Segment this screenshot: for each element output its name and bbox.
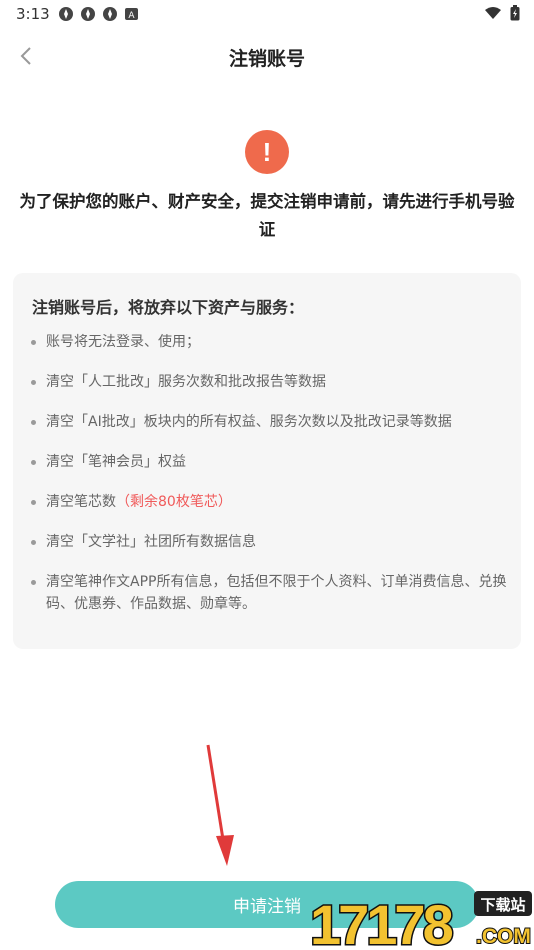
card-title: 注销账号后，将放弃以下资产与服务： bbox=[32, 298, 305, 317]
bullet-icon bbox=[31, 340, 36, 345]
status-time: 3:13 bbox=[16, 5, 50, 23]
a-badge-icon: A bbox=[125, 8, 138, 21]
warning-text: 为了保护您的账户、财产安全，提交注销申请前，请先进行手机号验证 bbox=[19, 192, 515, 239]
app-notification-icon bbox=[59, 7, 73, 21]
asset-notice-card: 注销账号后，将放弃以下资产与服务： 账号将无法登录、使用； 清空「人工批改」服务… bbox=[13, 273, 521, 649]
battery-icon bbox=[510, 5, 520, 21]
watermark-badge: 下载站 bbox=[480, 896, 525, 914]
bullet-icon bbox=[31, 580, 36, 585]
bullet-icon bbox=[31, 500, 36, 505]
list-item: 清空笔芯数（剩余80枚笔芯） bbox=[31, 491, 519, 513]
list-item: 清空「笔神会员」权益 bbox=[31, 451, 519, 473]
remaining-count: （剩余80枚笔芯） bbox=[116, 494, 232, 510]
list-item: 清空「文学社」社团所有数据信息 bbox=[31, 531, 519, 553]
exclamation-circle-icon: ! bbox=[245, 130, 289, 174]
list-item-text: 账号将无法登录、使用； bbox=[46, 334, 200, 350]
list-item-text: 清空「文学社」社团所有数据信息 bbox=[46, 534, 256, 550]
status-right bbox=[484, 5, 520, 21]
a-badge-letter: A bbox=[128, 11, 135, 21]
list-item-text: 清空笔芯数（剩余80枚笔芯） bbox=[31, 491, 519, 513]
bullet-icon bbox=[31, 460, 36, 465]
bullet-icon bbox=[31, 540, 36, 545]
list-item-text: 清空笔神作文APP所有信息，包括但不限于个人资料、订单消费信息、兑换码、优惠券、… bbox=[46, 574, 507, 612]
list-item: 清空笔神作文APP所有信息，包括但不限于个人资料、订单消费信息、兑换码、优惠券、… bbox=[31, 571, 519, 615]
list-item-text: 清空「笔神会员」权益 bbox=[46, 454, 186, 470]
bullet-icon bbox=[31, 420, 36, 425]
list-item: 清空「AI批改」板块内的所有权益、服务次数以及批改记录等数据 bbox=[31, 411, 519, 433]
list-item-text: 清空「AI批改」板块内的所有权益、服务次数以及批改记录等数据 bbox=[46, 414, 452, 430]
list-item-text: 清空「人工批改」服务次数和批改报告等数据 bbox=[46, 374, 326, 390]
list-item: 账号将无法登录、使用； bbox=[31, 331, 519, 353]
watermark-domain: .COM bbox=[476, 925, 531, 948]
status-bar: 3:13 A bbox=[0, 0, 534, 28]
bullet-icon bbox=[31, 380, 36, 385]
notification-icons: A bbox=[58, 6, 140, 22]
wifi-icon bbox=[485, 7, 501, 19]
page-title: 注销账号 bbox=[228, 48, 305, 70]
app-notification-icon bbox=[103, 7, 117, 21]
list-item: 清空「人工批改」服务次数和批改报告等数据 bbox=[31, 371, 519, 393]
warning-symbol: ! bbox=[263, 137, 272, 167]
list-item-main: 清空笔芯数 bbox=[46, 494, 116, 510]
watermark-number: 17178 bbox=[310, 893, 453, 950]
site-watermark: 17178 下载站 .COM bbox=[309, 891, 532, 950]
nav-bar: 注销账号 bbox=[0, 34, 534, 78]
app-notification-icon bbox=[81, 7, 95, 21]
